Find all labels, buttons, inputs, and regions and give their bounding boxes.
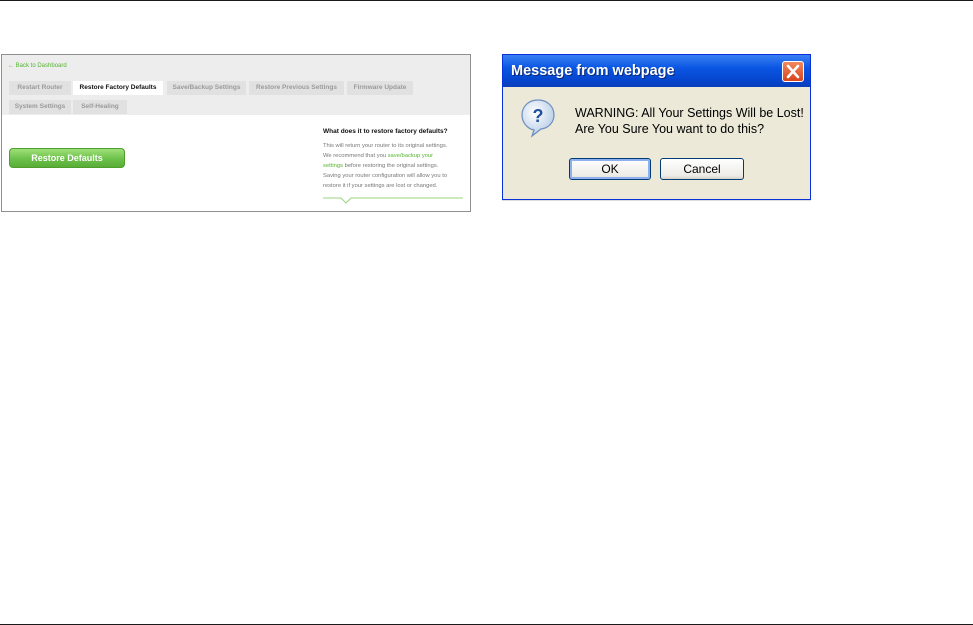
- help-line: restore it if your settings are lost or …: [323, 183, 438, 189]
- tab-self-healing[interactable]: Self-Healing: [73, 100, 127, 114]
- top-rule: [0, 0, 973, 1]
- help-divider: [323, 197, 463, 204]
- restore-defaults-button[interactable]: Restore Defaults: [9, 148, 125, 168]
- cancel-button[interactable]: Cancel: [660, 158, 744, 180]
- confirm-dialog: Message from webpage ? WARNING: All Your…: [502, 54, 811, 200]
- help-line-text: before restoring the original settings.: [342, 163, 439, 169]
- help-line: Saving your router configuration will al…: [323, 173, 448, 179]
- help-line: settings before restoring the original s…: [323, 161, 465, 171]
- tab-navigation: ← Back to Dashboard Restart Router Resto…: [2, 55, 470, 115]
- settings-link[interactable]: settings: [323, 163, 343, 169]
- help-line-text: We recommend that you: [323, 153, 388, 159]
- tab-restore-factory-defaults[interactable]: Restore Factory Defaults: [73, 81, 163, 95]
- help-text: This will return your router to its orig…: [323, 141, 465, 191]
- question-icon: ?: [521, 99, 555, 138]
- tab-save-backup-settings[interactable]: Save/Backup Settings: [167, 81, 246, 95]
- tab-firmware-update[interactable]: Firmware Update: [347, 81, 413, 95]
- ok-button[interactable]: OK: [569, 158, 651, 180]
- help-line: We recommend that you save/backup your: [323, 151, 465, 161]
- router-settings-panel: ← Back to Dashboard Restart Router Resto…: [1, 54, 471, 212]
- back-to-dashboard-link[interactable]: ← Back to Dashboard: [8, 63, 67, 69]
- message-line: WARNING: All Your Settings Will be Lost!: [575, 106, 804, 120]
- dialog-titlebar[interactable]: Message from webpage: [503, 55, 810, 87]
- dialog-message: WARNING: All Your Settings Will be Lost!…: [575, 105, 804, 137]
- tab-system-settings[interactable]: System Settings: [9, 100, 71, 114]
- save-backup-link[interactable]: save/backup your: [388, 153, 433, 159]
- close-icon: [786, 64, 800, 79]
- message-line: Are You Sure You want to do this?: [575, 122, 765, 136]
- tab-restore-previous-settings[interactable]: Restore Previous Settings: [249, 81, 344, 95]
- close-button[interactable]: [782, 61, 804, 82]
- help-title: What does it to restore factory defaults…: [323, 128, 448, 135]
- tab-restart-router[interactable]: Restart Router: [9, 81, 71, 95]
- svg-text:?: ?: [533, 106, 544, 126]
- dialog-title: Message from webpage: [511, 63, 675, 79]
- help-line: This will return your router to its orig…: [323, 143, 448, 149]
